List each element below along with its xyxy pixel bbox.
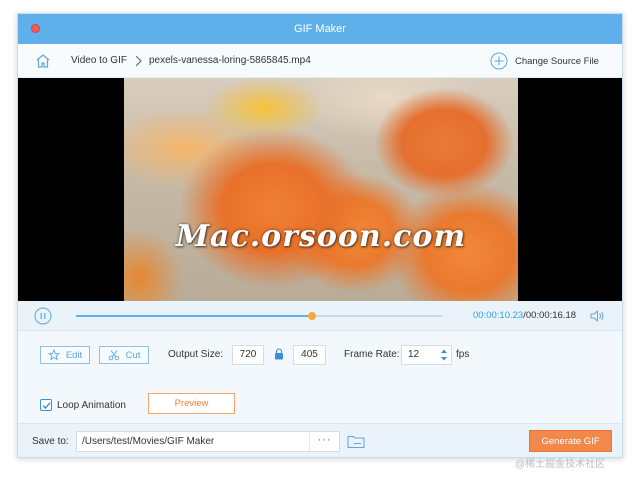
gif-maker-window: GIF Maker Video to GIF pexels-vanessa-lo…: [17, 13, 623, 458]
browse-more-button[interactable]: ···: [309, 432, 339, 451]
edit-button[interactable]: Edit: [40, 346, 90, 364]
lock-icon[interactable]: [274, 348, 284, 360]
volume-icon[interactable]: [589, 309, 605, 323]
progress-fill: [76, 315, 313, 317]
loop-animation-checkbox[interactable]: [40, 399, 52, 411]
chevron-right-icon: [135, 55, 142, 67]
edit-star-icon: [47, 349, 60, 361]
video-frame: Mac.orsoon.com: [124, 78, 518, 301]
window-title: GIF Maker: [294, 23, 346, 35]
loop-animation-label: Loop Animation: [57, 399, 126, 411]
title-bar: GIF Maker: [18, 14, 622, 44]
output-size-label: Output Size:: [168, 349, 224, 360]
breadcrumb-file-name: pexels-vanessa-loring-5865845.mp4: [149, 55, 311, 66]
change-source-file-button[interactable]: Change Source File: [490, 51, 599, 71]
gif-settings: Edit Cut Output Size: 720 405 Frame Rate…: [18, 332, 622, 422]
video-preview: Mac.orsoon.com: [18, 78, 622, 301]
save-path-value: /Users/test/Movies/GIF Maker: [82, 436, 215, 447]
frame-rate-label: Frame Rate:: [344, 349, 400, 360]
folder-icon[interactable]: [347, 434, 365, 449]
fps-unit: fps: [456, 349, 470, 360]
scissors-icon: [108, 350, 119, 361]
current-time: 00:00:10.23: [473, 310, 524, 321]
watermark-text: Mac.orsoon.com: [175, 219, 467, 254]
breadcrumb-video-to-gif[interactable]: Video to GIF: [71, 44, 127, 78]
pause-icon[interactable]: [34, 307, 52, 325]
corner-watermark: @稀土掘金技术社区: [515, 459, 606, 470]
checkmark-icon: [42, 402, 51, 410]
save-path-field[interactable]: /Users/test/Movies/GIF Maker ···: [76, 431, 340, 452]
progress-slider[interactable]: [76, 312, 442, 320]
home-icon[interactable]: [34, 52, 52, 70]
cut-button[interactable]: Cut: [99, 346, 149, 364]
loop-animation-toggle[interactable]: Loop Animation: [40, 398, 126, 412]
save-bar: Save to: /Users/test/Movies/GIF Maker ··…: [18, 423, 622, 457]
time-readout: 00:00:10.23/00:00:16.18: [473, 301, 576, 331]
output-height-input[interactable]: 405: [293, 345, 326, 365]
save-to-label: Save to:: [32, 436, 69, 447]
progress-thumb[interactable]: [308, 312, 317, 320]
frame-rate-stepper[interactable]: 12: [401, 345, 452, 365]
plus-circle-icon: [490, 52, 508, 70]
preview-button[interactable]: Preview: [148, 393, 235, 414]
total-time: /00:00:16.18: [523, 310, 577, 321]
output-width-input[interactable]: 720: [232, 345, 264, 365]
spinner-arrows-icon[interactable]: [440, 347, 448, 363]
generate-gif-button[interactable]: Generate GIF: [529, 430, 612, 452]
change-source-file-label: Change Source File: [515, 55, 599, 67]
playback-bar: 00:00:10.23/00:00:16.18: [18, 301, 622, 331]
breadcrumb: Video to GIF pexels-vanessa-loring-58658…: [18, 44, 622, 78]
cut-label: Cut: [125, 349, 141, 361]
frame-rate-value: 12: [408, 349, 420, 360]
edit-label: Edit: [65, 349, 83, 361]
